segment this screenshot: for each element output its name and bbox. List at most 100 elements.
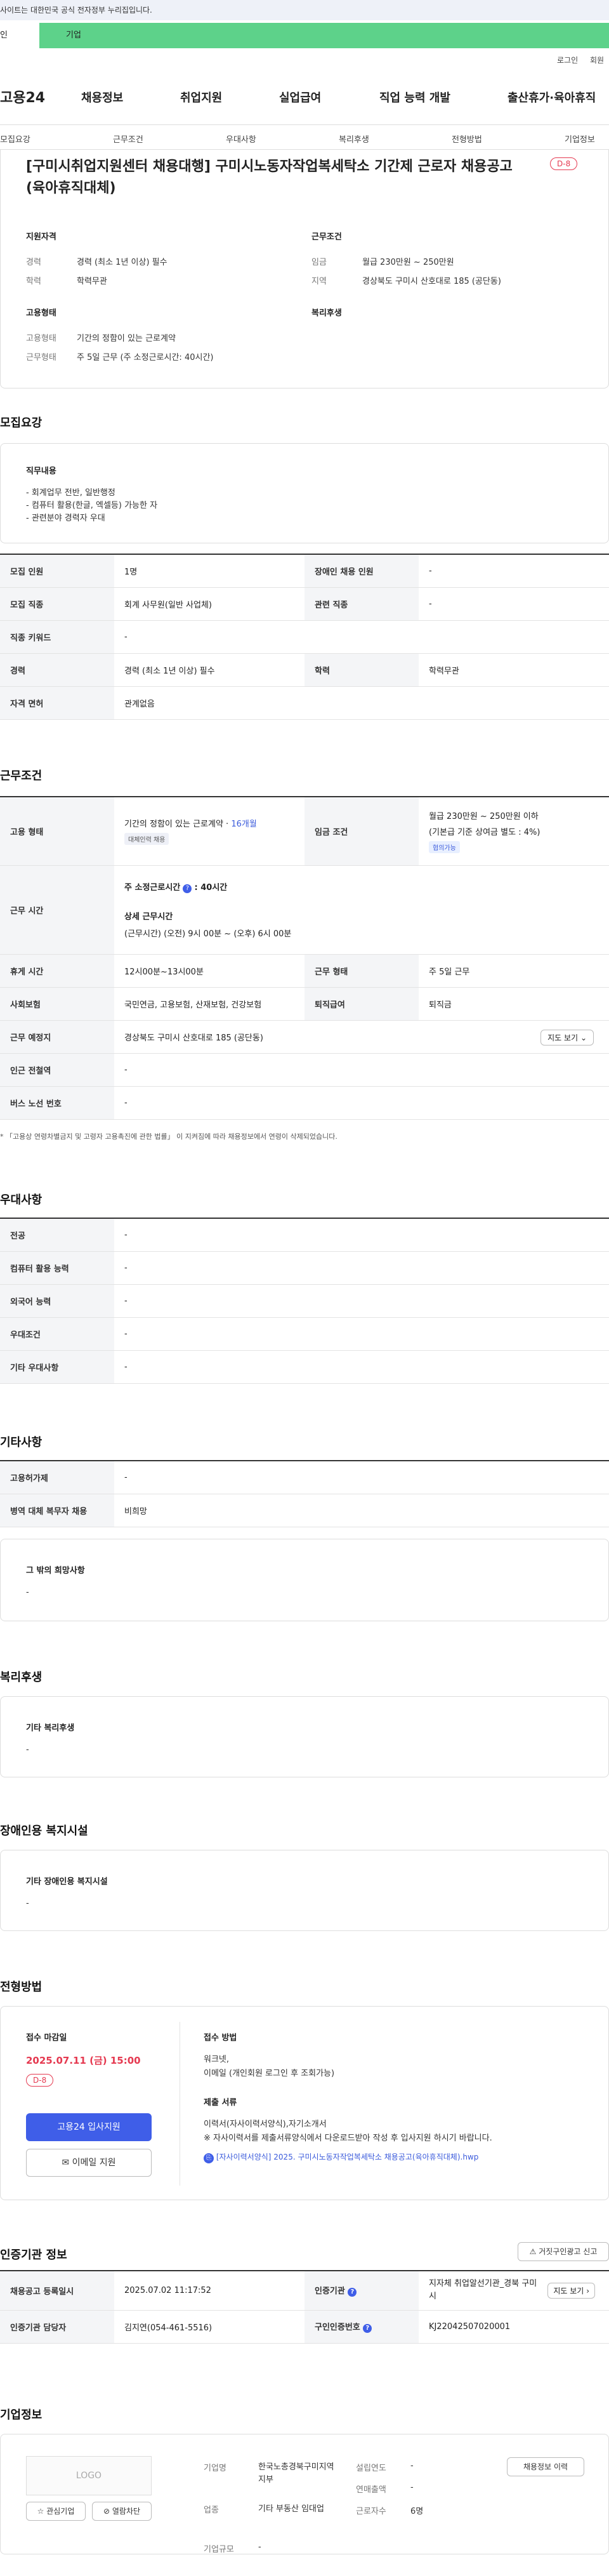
table-row: 고용허가제 - — [0, 1461, 609, 1494]
docs-line: 이력서(자사이력서양식),자기소개서 — [204, 2120, 327, 2129]
table-row: 고용 형태 기간의 정함이 있는 근로계약 · 16개월 대체인력 채용 임금 … — [0, 797, 609, 866]
tab-welfare[interactable]: 복리후생 — [339, 133, 369, 145]
block-view-button[interactable]: ⊘ 열람차단 — [92, 2502, 152, 2521]
info-icon[interactable]: ? — [183, 884, 192, 893]
cell-label: 경력 — [0, 653, 114, 687]
page: { "topbar":{"notice":"사이트는 대한민국 공식 전자정부 … — [0, 0, 609, 2576]
join-link[interactable]: 회원 — [590, 55, 604, 65]
table-row: 인증기관 담당자 김지연(054-461-5516) 구인인증번호 ? KJ22042… — [0, 2310, 609, 2344]
tab-apply[interactable]: 전형방법 — [452, 133, 482, 145]
table-row: 전공 - — [0, 1218, 609, 1252]
cert-no-label: 구인인증번호 — [315, 2323, 360, 2332]
cell-label: 휴게 시간 — [0, 954, 114, 988]
global-nav: 고용24 채용정보 취업지원 실업급여 직업 능력 개발 출산휴가·육아휴직 — [0, 84, 609, 116]
year-label: 설립연도 — [356, 2464, 386, 2473]
table-row: 모집 직종 회계 사무원(일반 사업체) 관련 직종 - — [0, 587, 609, 621]
cell-value: - — [114, 620, 609, 654]
cell-value: 학력무관 — [419, 653, 609, 687]
age-footnote: * 「고용상 연령차별금지 및 고령자 고용촉진에 관한 법률」 이 지켜짐에 … — [0, 1132, 337, 1141]
cell-value: - — [114, 1218, 609, 1252]
info-icon[interactable]: ? — [363, 2324, 372, 2333]
wage-chip: 협의가능 — [429, 840, 460, 853]
table-row: 인근 전철역 - — [0, 1053, 609, 1087]
tab-individual[interactable]: 인 — [0, 23, 39, 48]
table-row: 근무 시간 주 소정근로시간 ? : 40시간 상세 근무시간 (근무시간) (… — [0, 865, 609, 955]
org-map-button[interactable]: 지도 보기 › — [547, 2283, 595, 2299]
cond-title: 근무조건 — [311, 232, 342, 242]
apply-dday-badge: D-8 — [26, 2074, 54, 2087]
cell-value: 김지연(054-461-5516) — [114, 2310, 304, 2344]
table-row: 기타 우대사항 - — [0, 1350, 609, 1384]
welfare-value: - — [26, 1745, 29, 1755]
table-row: 외국어 능력 - — [0, 1284, 609, 1318]
work-table: 고용 형태 기간의 정함이 있는 근로계약 · 16개월 대체인력 채용 임금 … — [0, 796, 609, 1120]
report-icon: ⚠ — [529, 2247, 537, 2256]
login-link[interactable]: 로그인 — [557, 55, 578, 65]
emp-title: 고용형태 — [26, 309, 56, 318]
map-view-label: 지도 보기 — [547, 1033, 579, 1042]
cell-value: 12시00분~13시00분 — [114, 954, 304, 988]
report-fake-ad-button[interactable]: ⚠ 거짓구인광고 신고 — [518, 2242, 609, 2261]
company-section-title: 기업정보 — [0, 2408, 43, 2422]
cell-value: 회계 사무원(일반 사업체) — [114, 587, 304, 621]
region-label: 지역 — [311, 277, 327, 286]
dday-badge: D-8 — [550, 157, 578, 170]
email-apply-label: 이메일 지원 — [72, 2158, 116, 2168]
gnb-employment-support[interactable]: 취업지원 — [180, 89, 222, 105]
cell-value: 기간의 정함이 있는 근로계약 · 16개월 대체인력 채용 — [114, 797, 304, 866]
cell-label: 병역 대체 복무자 채용 — [0, 1494, 114, 1527]
week-hours-value: : 40시간 — [194, 883, 228, 893]
favorite-company-button[interactable]: ☆ 관심기업 — [26, 2502, 86, 2521]
org-value: 지자체 취업알선기관_경북 구미시 — [429, 2279, 537, 2302]
gnb-leave[interactable]: 출산휴가·육아휴직 — [508, 89, 596, 105]
org-map-label: 지도 보기 — [553, 2287, 584, 2295]
map-view-button[interactable]: 지도 보기 ⌄ — [540, 1029, 594, 1046]
cell-label: 인증기관 ? — [304, 2271, 419, 2311]
attachment-link[interactable]: ⎘ [자사이력서양식] 2025. 구미시노동자작업복세탁소 채용공고(육아휴직… — [204, 2151, 478, 2163]
table-row: 경력 경력 (최소 1년 이상) 필수 학력 학력무관 — [0, 653, 609, 687]
disabled-section-title: 장애인용 복지시설 — [0, 1824, 88, 1838]
place-value: 경상북도 구미시 산호대로 185 (공단동) — [124, 1033, 263, 1043]
cell-value: 퇴직금 — [419, 987, 609, 1021]
info-icon[interactable]: ? — [348, 2288, 357, 2297]
tab-company[interactable]: 기업 — [39, 23, 609, 48]
cell-label: 구인인증번호 ? — [304, 2310, 419, 2344]
chevron-right-icon: › — [586, 2287, 589, 2295]
wage-value: 월급 230만원 ~ 250만원 — [362, 258, 454, 267]
tab-company[interactable]: 기업정보 — [565, 133, 595, 145]
job-history-button[interactable]: 채용정보 이력 — [507, 2457, 584, 2476]
table-row: 자격 면허 관계없음 — [0, 686, 609, 720]
apply-button[interactable]: 고용24 입사지원 — [26, 2113, 152, 2141]
gnb-training[interactable]: 직업 능력 개발 — [379, 89, 450, 105]
sales-value: - — [410, 2483, 414, 2492]
gnb-jobs[interactable]: 채용정보 — [81, 89, 123, 105]
career-label: 경력 — [26, 258, 41, 267]
gnb-unemployment[interactable]: 실업급여 — [279, 89, 321, 105]
cell-value: 경상북도 구미시 산호대로 185 (공단동) 지도 보기 ⌄ — [114, 1020, 609, 1054]
cell-label: 관련 직종 — [304, 587, 419, 621]
cell-value: - — [114, 1350, 609, 1384]
cell-value: 지자체 취업알선기관_경북 구미시 지도 보기 › — [419, 2271, 609, 2311]
cell-value: - — [419, 554, 609, 588]
cell-label: 인근 전철역 — [0, 1053, 114, 1087]
duty-card: 직무내용 - 회계업무 전반, 일반행정 - 컴퓨터 활용(한글, 엑셀등) 가… — [0, 443, 609, 543]
employees-value: 6명 — [410, 2507, 424, 2516]
deadline-value: 2025.07.11 (금) 15:00 — [26, 2055, 141, 2066]
hours-value: 주 5일 근무 (주 소정근로시간: 40시간) — [77, 353, 214, 362]
tab-work[interactable]: 근무조건 — [113, 133, 143, 145]
detail-hours-title: 상세 근무시간 — [124, 912, 173, 922]
site-logo[interactable]: 고용24 — [0, 86, 45, 107]
favorite-label: 관심기업 — [46, 2507, 75, 2516]
cell-value: 관계없음 — [114, 686, 609, 720]
email-apply-button[interactable]: ✉ 이메일 지원 — [26, 2149, 152, 2177]
career-value: 경력 (최소 1년 이상) 필수 — [77, 258, 167, 267]
tab-recruit[interactable]: 모집요강 — [0, 133, 30, 145]
etc-section-title: 기타사항 — [0, 1436, 43, 1449]
star-icon: ☆ — [37, 2507, 44, 2516]
cell-label: 근무 형태 — [304, 954, 419, 988]
tab-pref[interactable]: 우대사항 — [226, 133, 256, 145]
emptype-value: 기간의 정함이 있는 근로계약 — [77, 334, 176, 343]
other-wishes-title: 그 밖의 희망사항 — [26, 1566, 85, 1576]
wage-line: (기본급 기준 상여금 별도 : 4%) — [429, 827, 540, 837]
name-value: 한국노총경북구미지역지부 — [258, 2462, 334, 2485]
